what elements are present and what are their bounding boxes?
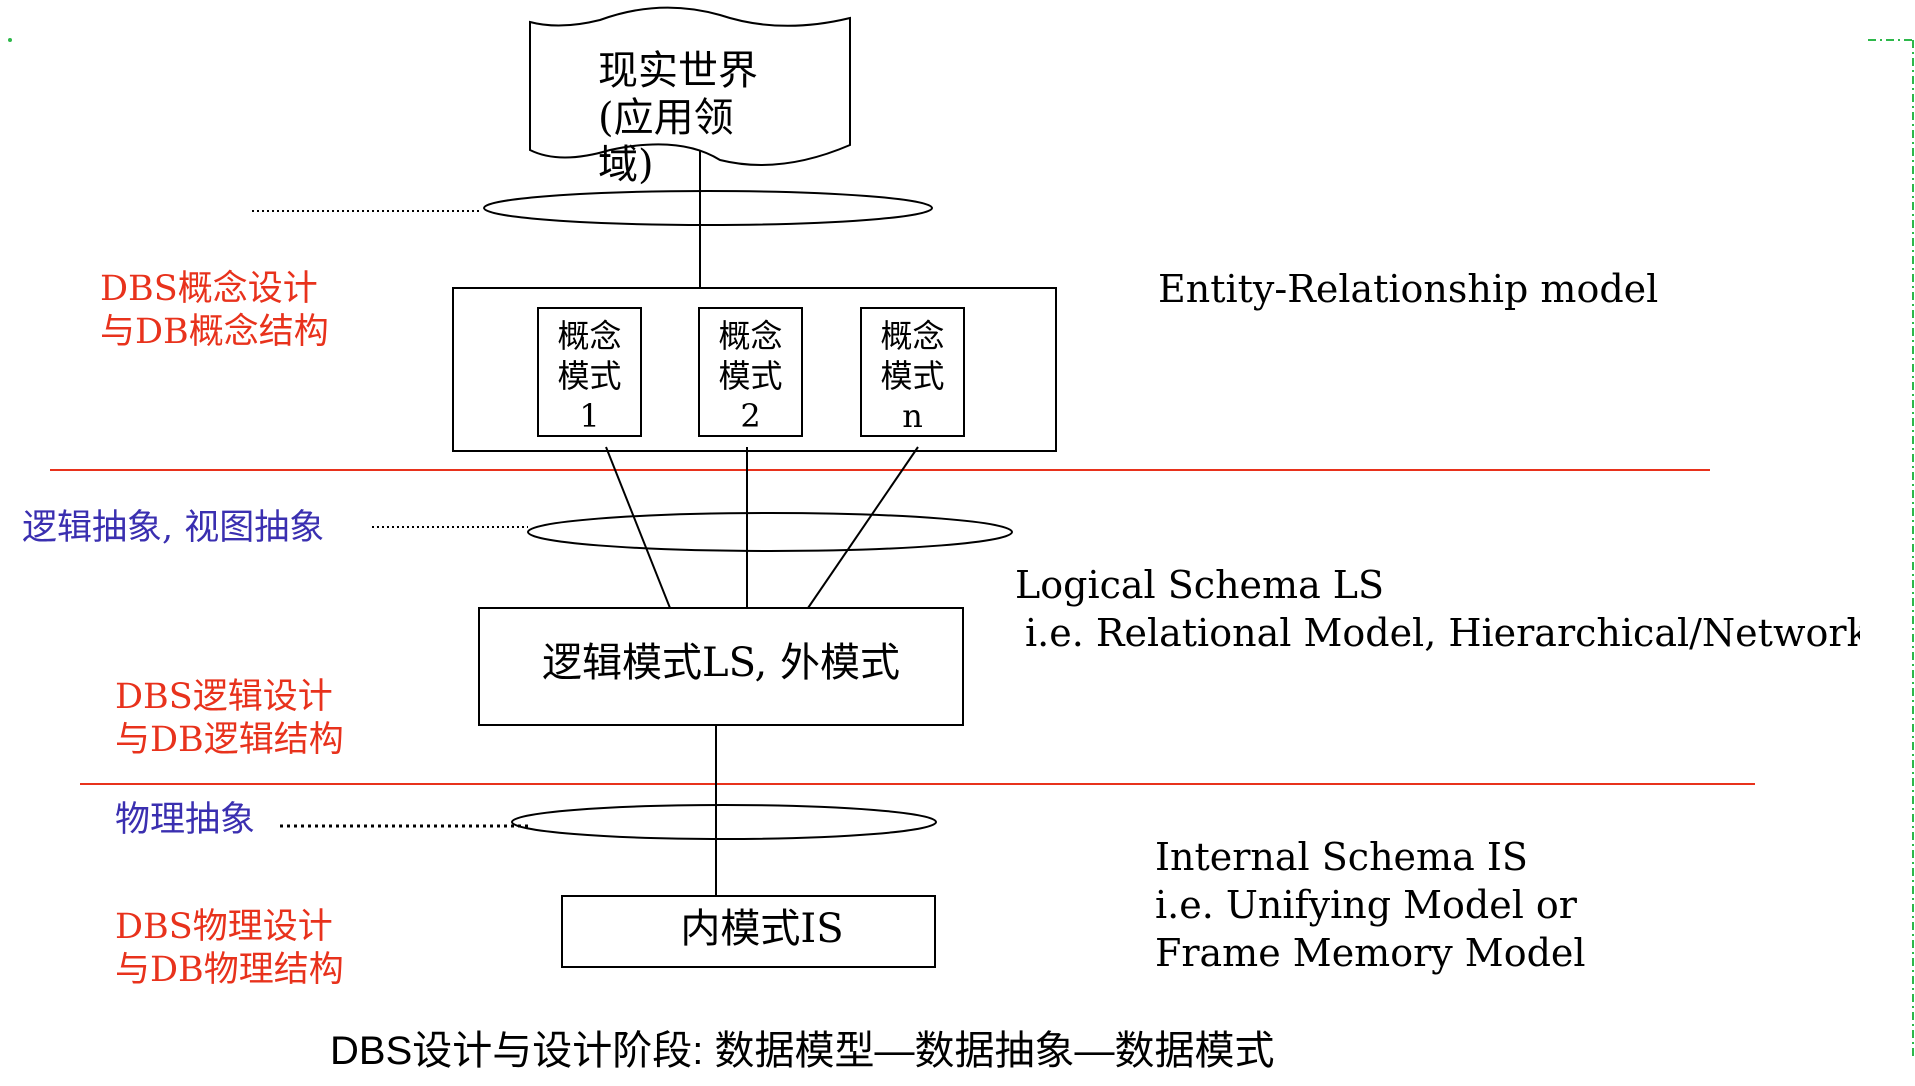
logical-schema-box-label: 逻辑模式LS, 外模式 — [542, 640, 900, 686]
logical-abstraction-label: 逻辑抽象, 视图抽象 — [22, 508, 325, 548]
abstraction-ellipse-bottom — [511, 804, 937, 840]
er-model-label: Entity-Relationship model — [1158, 267, 1659, 311]
internal-schema-title: Internal Schema IS — [1155, 835, 1528, 879]
abstraction-ellipse-middle — [527, 512, 1013, 552]
internal-schema-box-label: 内模式IS — [680, 906, 844, 952]
conceptual-schema-label-1: 概念 模式 1 — [557, 317, 622, 435]
logical-schema-desc: i.e. Relational Model, Hierarchical/Netw… — [1025, 612, 1860, 655]
diagram-caption: DBS设计与设计阶段: 数据模型—数据抽象—数据模式 — [330, 1029, 1275, 1073]
real-world-label: 现实世界 (应用领 域) — [598, 48, 758, 189]
logical-schema-title: Logical Schema LS — [1015, 563, 1385, 607]
internal-schema-desc-1: i.e. Unifying Model or — [1155, 883, 1577, 927]
connector-schemaN-to-logical — [807, 446, 919, 609]
physical-design-label: DBS物理设计 与DB物理结构 — [115, 907, 344, 990]
connector-schema1-to-logical — [605, 446, 671, 609]
green-corner-dot — [8, 38, 12, 42]
logical-design-label: DBS逻辑设计 与DB逻辑结构 — [115, 677, 344, 760]
conceptual-schema-label-n: 概念 模式 n — [880, 317, 945, 435]
physical-abstraction-label: 物理抽象 — [115, 800, 256, 840]
conceptual-schema-label-2: 概念 模式 2 — [718, 317, 783, 435]
conceptual-design-label: DBS概念设计 与DB概念结构 — [100, 269, 329, 352]
internal-schema-desc-2: Frame Memory Model — [1155, 931, 1586, 975]
abstraction-ellipse-top — [483, 190, 933, 226]
